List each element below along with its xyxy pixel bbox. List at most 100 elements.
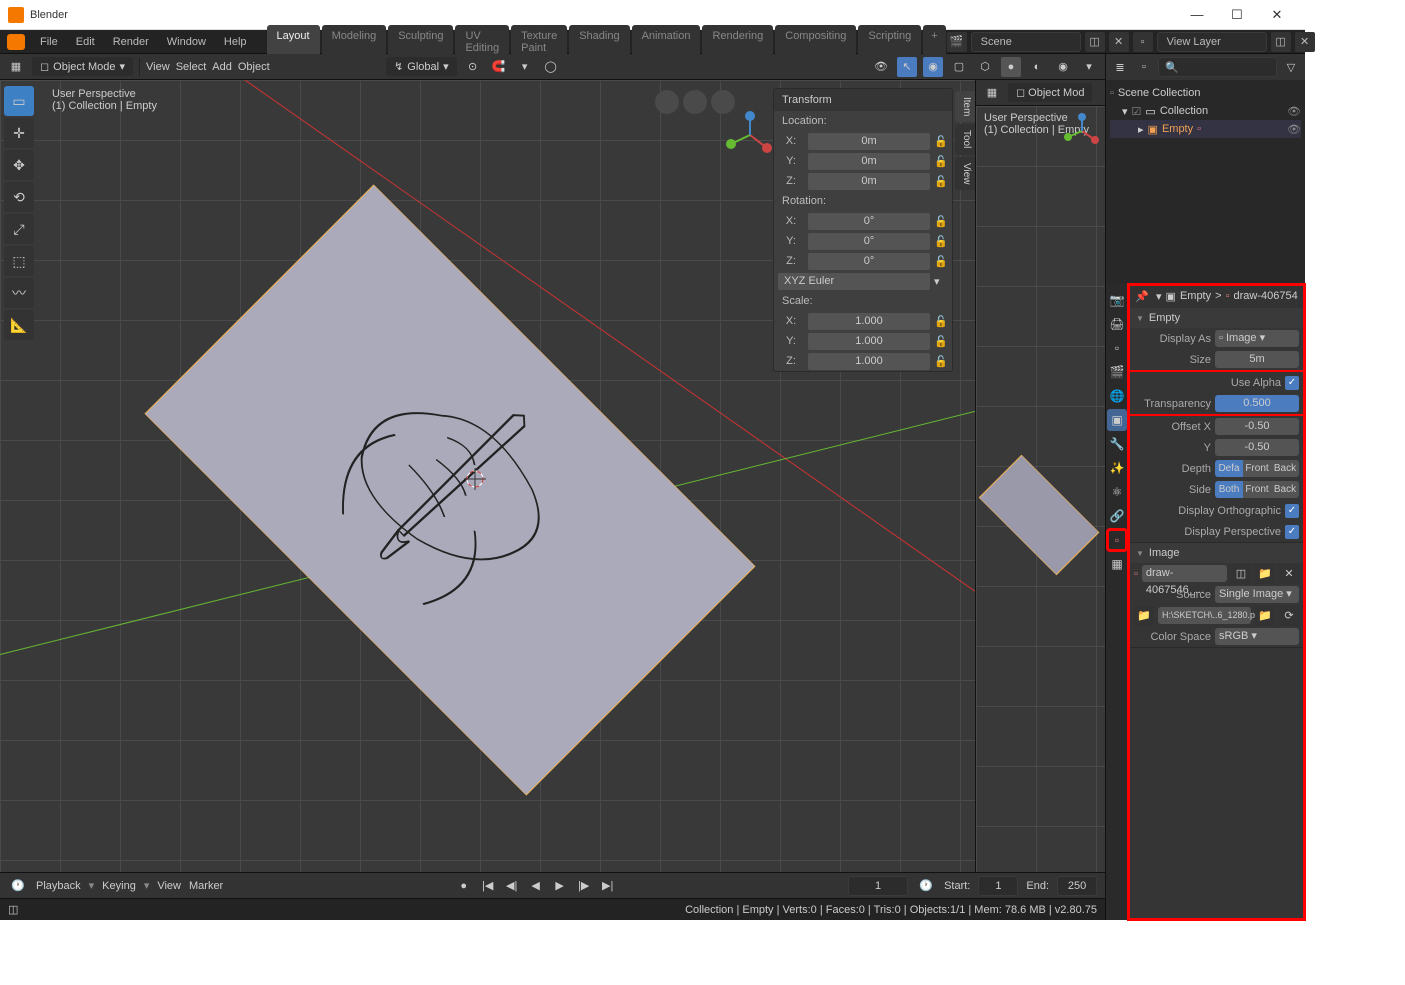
ptab-physics[interactable]: ⚛ [1107,481,1127,503]
axis-gizmo-2[interactable] [1063,112,1101,150]
blender-icon[interactable] [7,34,25,50]
play-icon[interactable]: ▶ [550,876,570,896]
image-unlink-icon[interactable]: ◫ [1231,564,1251,584]
frame-start[interactable]: 1 [978,876,1018,896]
filepath-icon[interactable]: 📁 [1134,606,1154,626]
depth-toggle[interactable]: DefaFrontBack [1215,460,1299,477]
scale-z[interactable]: 1.000 [808,353,930,370]
lock-icon[interactable]: 🔓 [934,355,948,368]
minimize-button[interactable]: — [1177,0,1217,30]
rot-z[interactable]: 0° [808,253,930,270]
shading-solid-icon[interactable]: ● [1001,57,1021,77]
jump-start-icon[interactable]: |◀ [478,876,498,896]
viewlayer-new-icon[interactable]: ◫ [1271,32,1291,52]
shading-opts-icon[interactable]: ▾ [1079,57,1099,77]
nav-pan-icon[interactable] [683,90,707,114]
ptab-world[interactable]: 🌐 [1107,385,1127,407]
tl-view[interactable]: View [157,880,181,892]
menu-render[interactable]: Render [104,32,158,52]
offset-x-field[interactable]: -0.50 [1215,418,1299,435]
rotation-mode[interactable]: XYZ Euler [778,273,930,290]
viewport-3d[interactable]: ▭ ✛ ✥ ⟲ ⤢ ⬚ 〰 📐 User Perspective (1) Col… [0,80,975,872]
play-rev-icon[interactable]: ◀ [526,876,546,896]
jump-end-icon[interactable]: ▶| [598,876,618,896]
xray-icon[interactable]: ▢ [949,57,969,77]
panel-empty-header[interactable]: Empty [1128,308,1305,328]
pivot-icon[interactable]: ⊙ [463,57,483,77]
snap-opts-icon[interactable]: ▾ [515,57,535,77]
npanel-title[interactable]: Transform [782,94,832,106]
ptab-render[interactable]: 📷 [1107,289,1127,311]
colorspace-dropdown[interactable]: sRGB ▾ [1215,628,1299,645]
shading-wire-icon[interactable]: ⬡ [975,57,995,77]
ntab-item[interactable]: Item [955,91,975,122]
editor-type-icon[interactable]: ▦ [6,57,26,77]
menu-file[interactable]: File [31,32,67,52]
scale-y[interactable]: 1.000 [808,333,930,350]
tool-move[interactable]: ✥ [4,150,34,180]
current-frame[interactable]: 1 [848,876,908,896]
persp-checkbox[interactable]: ✓ [1285,525,1299,539]
viewlayer-del-icon[interactable]: ✕ [1295,32,1315,52]
tool-scale[interactable]: ⤢ [4,214,34,244]
ptab-texture[interactable]: ▦ [1107,553,1127,575]
loc-x[interactable]: 0m [808,133,930,150]
ptab-viewlayer[interactable]: ▫ [1107,337,1127,359]
axis-gizmo[interactable] [725,110,775,160]
outliner-type-icon[interactable]: ≣ [1110,57,1130,77]
timeline-editor-icon[interactable]: 🕐 [8,876,28,896]
close-button[interactable]: ✕ [1257,0,1297,30]
menu-edit[interactable]: Edit [67,32,104,52]
preview-range-icon[interactable]: 🕐 [916,876,936,896]
lock-icon[interactable]: 🔓 [934,255,948,268]
outliner-filter-icon[interactable]: ▽ [1281,57,1301,77]
outl-collection[interactable]: Collection [1160,105,1208,117]
image-name[interactable]: draw-4067546_... [1142,565,1227,582]
scene-new-icon[interactable]: ◫ [1085,32,1105,52]
menu-window[interactable]: Window [158,32,215,52]
tool-transform[interactable]: ⬚ [4,246,34,276]
visibility-toggle[interactable]: 👁 [1287,105,1301,118]
lock-icon[interactable]: 🔓 [934,235,948,248]
ptab-modifiers[interactable]: 🔧 [1107,433,1127,455]
ptab-scene[interactable]: 🎬 [1107,361,1127,383]
proportional-icon[interactable]: ◯ [541,57,561,77]
tool-select[interactable]: ▭ [4,86,34,116]
filepath-browse-icon[interactable]: 📁 [1255,606,1275,626]
keyframe-next-icon[interactable]: |▶ [574,876,594,896]
image-open-icon[interactable]: 📁 [1255,564,1275,584]
shading-lookdev-icon[interactable]: ◐ [1027,57,1047,77]
scale-x[interactable]: 1.000 [808,313,930,330]
tool-annotate[interactable]: 〰 [4,278,34,308]
outliner-search[interactable]: 🔍 [1158,57,1277,77]
lock-icon[interactable]: 🔓 [934,215,948,228]
filepath-reload-icon[interactable]: ⟳ [1279,606,1299,626]
outl-scene-coll[interactable]: Scene Collection [1118,87,1201,99]
lock-icon[interactable]: 🔓 [934,135,948,148]
tool-rotate[interactable]: ⟲ [4,182,34,212]
mode-dropdown-2[interactable]: ◻ Object Mod [1008,83,1092,102]
ptab-object[interactable]: ▣ [1107,409,1127,431]
keyframe-prev-icon[interactable]: ◀| [502,876,522,896]
scene-del-icon[interactable]: ✕ [1109,32,1129,52]
frame-end[interactable]: 250 [1057,876,1097,896]
viewlayer-field[interactable]: View Layer [1157,32,1267,52]
panel-image-header[interactable]: Image [1128,543,1305,563]
mode-dropdown[interactable]: ◻ Object Mode ▾ [32,57,133,76]
nav-camera-icon[interactable] [655,90,679,114]
gizmo-toggle[interactable]: ↖ [897,57,917,77]
offset-y-field[interactable]: -0.50 [1215,439,1299,456]
lock-icon[interactable]: 🔓 [934,155,948,168]
snap-icon[interactable]: 🧲 [489,57,509,77]
secondary-viewport[interactable]: ▦◻ Object Mod User Perspective (1) Colle… [975,80,1105,872]
menu-help[interactable]: Help [215,32,256,52]
tl-marker[interactable]: Marker [189,880,223,892]
source-dropdown[interactable]: Single Image ▾ [1215,586,1299,603]
maximize-button[interactable]: ☐ [1217,0,1257,30]
ntab-tool[interactable]: Tool [955,124,975,154]
rot-y[interactable]: 0° [808,233,930,250]
viewlayer-icon[interactable]: ▫ [1133,32,1153,52]
ntab-view[interactable]: View [955,157,975,191]
hdr-object[interactable]: Object [238,61,270,73]
tl-keying[interactable]: Keying [102,880,136,892]
